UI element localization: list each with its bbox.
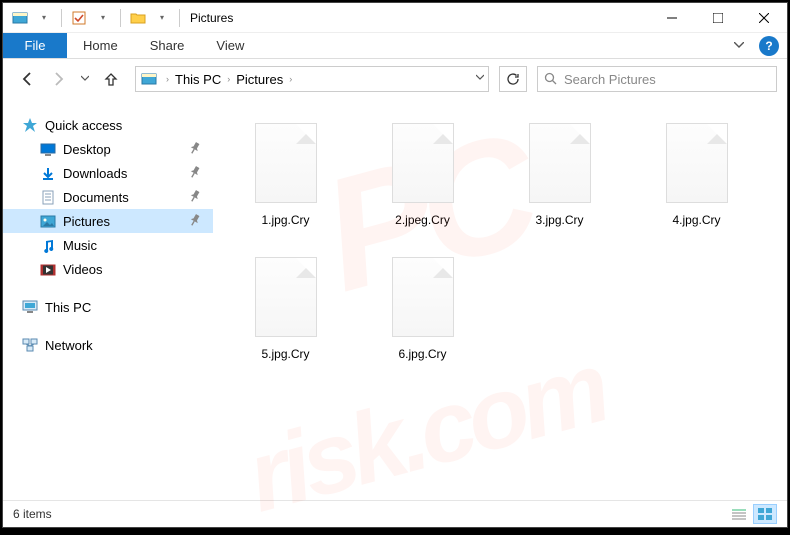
- file-name: 2.jpeg.Cry: [395, 213, 450, 227]
- sidebar-item-label: Desktop: [63, 142, 111, 157]
- quick-access-icon: [21, 116, 39, 134]
- network-icon: [21, 336, 39, 354]
- file-icon: [529, 123, 591, 203]
- address-icon: [140, 70, 158, 88]
- file-item[interactable]: 3.jpg.Cry: [491, 119, 628, 253]
- videos-icon: [39, 260, 57, 278]
- sidebar-item-documents[interactable]: Documents: [3, 185, 213, 209]
- qat-dropdown-2[interactable]: ▾: [92, 7, 114, 29]
- app-icon: [9, 7, 31, 29]
- qat-dropdown-1[interactable]: ▾: [33, 7, 55, 29]
- status-item-count: 6 items: [13, 507, 52, 521]
- sidebar-item-music[interactable]: Music: [3, 233, 213, 257]
- file-item[interactable]: 2.jpeg.Cry: [354, 119, 491, 253]
- sidebar-item-videos[interactable]: Videos: [3, 257, 213, 281]
- minimize-button[interactable]: [649, 3, 695, 33]
- address-segment-thispc[interactable]: This PC: [171, 72, 225, 87]
- close-button[interactable]: [741, 3, 787, 33]
- desktop-icon: [39, 140, 57, 158]
- quick-access-header[interactable]: Quick access: [3, 113, 213, 137]
- network-label: Network: [45, 338, 93, 353]
- file-name: 6.jpg.Cry: [398, 347, 446, 361]
- file-icon: [392, 257, 454, 337]
- large-icons-view-button[interactable]: [753, 504, 777, 524]
- file-grid: 1.jpg.Cry 2.jpeg.Cry 3.jpg.Cry 4.jpg.Cry 5.j…: [217, 119, 783, 387]
- qat-properties-icon[interactable]: [68, 7, 90, 29]
- network-header[interactable]: Network: [3, 333, 213, 357]
- pin-icon: [186, 140, 202, 158]
- recent-locations-button[interactable]: [77, 65, 93, 93]
- details-view-button[interactable]: [727, 504, 751, 524]
- sidebar-item-label: Downloads: [63, 166, 127, 181]
- search-icon: [544, 72, 558, 86]
- pictures-icon: [39, 212, 57, 230]
- maximize-button[interactable]: [695, 3, 741, 33]
- title-bar: ▾ ▾ ▾ Pictures: [3, 3, 787, 33]
- file-icon: [392, 123, 454, 203]
- ribbon-expand-button[interactable]: [719, 33, 759, 58]
- folder-icon: [127, 7, 149, 29]
- file-item[interactable]: 4.jpg.Cry: [628, 119, 765, 253]
- file-icon: [255, 257, 317, 337]
- pin-icon: [186, 164, 202, 182]
- downloads-icon: [39, 164, 57, 182]
- file-view[interactable]: 1.jpg.Cry 2.jpeg.Cry 3.jpg.Cry 4.jpg.Cry 5.j…: [213, 99, 787, 500]
- pin-icon: [186, 212, 202, 230]
- file-icon: [666, 123, 728, 203]
- file-name: 3.jpg.Cry: [535, 213, 583, 227]
- chevron-right-icon[interactable]: ›: [287, 74, 294, 84]
- window-title: Pictures: [184, 11, 649, 25]
- file-name: 5.jpg.Cry: [261, 347, 309, 361]
- explorer-window: PC risk.com ▾ ▾ ▾ Pictures: [2, 2, 788, 528]
- file-tab[interactable]: File: [3, 33, 67, 58]
- file-item[interactable]: 5.jpg.Cry: [217, 253, 354, 387]
- music-icon: [39, 236, 57, 254]
- chevron-right-icon[interactable]: ›: [225, 74, 232, 84]
- navigation-bar: › This PC › Pictures › Search Pictures: [3, 59, 787, 99]
- back-button[interactable]: [13, 65, 41, 93]
- file-name: 1.jpg.Cry: [261, 213, 309, 227]
- ribbon: File Home Share View ?: [3, 33, 787, 59]
- tab-share[interactable]: Share: [134, 33, 201, 58]
- this-pc-icon: [21, 298, 39, 316]
- help-button[interactable]: ?: [759, 36, 779, 56]
- sidebar-item-pictures[interactable]: Pictures: [3, 209, 213, 233]
- file-icon: [255, 123, 317, 203]
- qat-dropdown-3[interactable]: ▾: [151, 7, 173, 29]
- status-bar: 6 items: [3, 500, 787, 526]
- quick-access-label: Quick access: [45, 118, 122, 133]
- search-input[interactable]: Search Pictures: [537, 66, 777, 92]
- refresh-button[interactable]: [499, 66, 527, 92]
- tab-home[interactable]: Home: [67, 33, 134, 58]
- file-name: 4.jpg.Cry: [672, 213, 720, 227]
- sidebar-item-label: Pictures: [63, 214, 110, 229]
- file-item[interactable]: 6.jpg.Cry: [354, 253, 491, 387]
- sidebar-item-desktop[interactable]: Desktop: [3, 137, 213, 161]
- sidebar-item-label: Videos: [63, 262, 103, 277]
- up-button[interactable]: [97, 65, 125, 93]
- address-dropdown-button[interactable]: [476, 74, 484, 84]
- address-bar[interactable]: › This PC › Pictures ›: [135, 66, 489, 92]
- address-segment-pictures[interactable]: Pictures: [232, 72, 287, 87]
- sidebar-item-label: Music: [63, 238, 97, 253]
- this-pc-header[interactable]: This PC: [3, 295, 213, 319]
- forward-button[interactable]: [45, 65, 73, 93]
- chevron-right-icon[interactable]: ›: [164, 74, 171, 84]
- sidebar-item-downloads[interactable]: Downloads: [3, 161, 213, 185]
- file-item[interactable]: 1.jpg.Cry: [217, 119, 354, 253]
- pin-icon: [186, 188, 202, 206]
- sidebar-item-label: Documents: [63, 190, 129, 205]
- this-pc-label: This PC: [45, 300, 91, 315]
- body: Quick access Desktop Downloads Documents Pi…: [3, 99, 787, 500]
- tab-view[interactable]: View: [200, 33, 260, 58]
- documents-icon: [39, 188, 57, 206]
- search-placeholder: Search Pictures: [564, 72, 656, 87]
- quick-access-toolbar: ▾ ▾ ▾: [3, 7, 184, 29]
- navigation-pane: Quick access Desktop Downloads Documents Pi…: [3, 99, 213, 500]
